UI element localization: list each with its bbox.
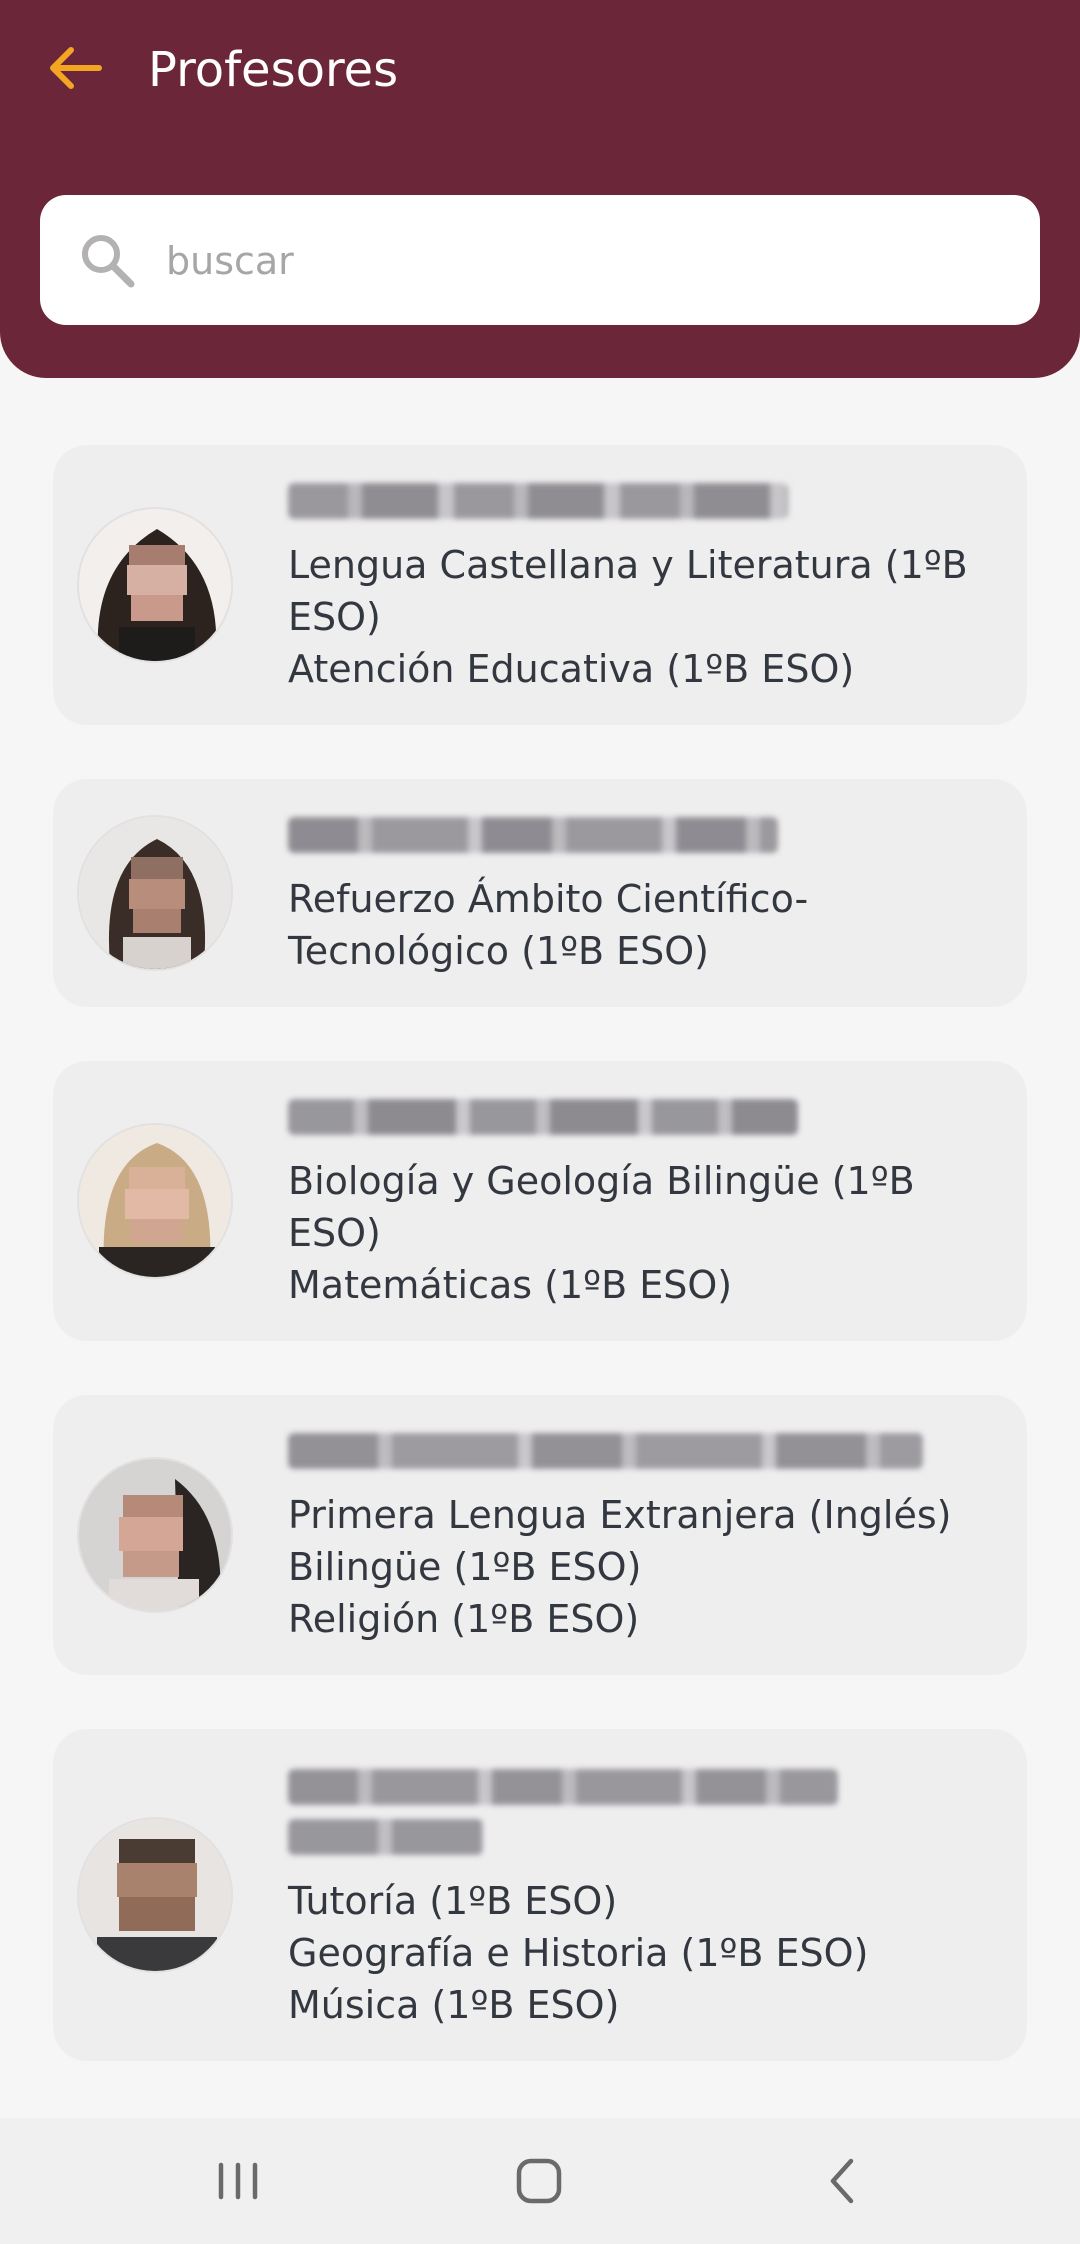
avatar bbox=[77, 1817, 233, 1973]
recent-apps-icon bbox=[218, 2162, 258, 2200]
teacher-subject: Biología y Geología Bilingüe (1ºB ESO) bbox=[288, 1159, 915, 1255]
teacher-subject: Geografía e Historia (1ºB ESO) bbox=[288, 1931, 869, 1975]
teacher-name-redacted bbox=[288, 1433, 923, 1469]
teacher-card[interactable]: Tutoría (1ºB ESO) Geografía e Historia (… bbox=[53, 1729, 1027, 2061]
recents-button[interactable] bbox=[193, 2146, 283, 2216]
teacher-card[interactable]: Primera Lengua Extranjera (Inglés) Bilin… bbox=[53, 1395, 1027, 1675]
teacher-name-redacted bbox=[288, 483, 788, 519]
teacher-subject: Música (1ºB ESO) bbox=[288, 1983, 620, 2027]
avatar bbox=[77, 507, 233, 663]
back-chevron-icon bbox=[830, 2158, 854, 2204]
teacher-card[interactable]: Refuerzo Ámbito Científico-Tecnológico (… bbox=[53, 779, 1027, 1007]
teacher-name-redacted bbox=[288, 1819, 483, 1855]
teacher-name-redacted bbox=[288, 817, 778, 853]
search-bar[interactable] bbox=[40, 195, 1040, 325]
search-icon bbox=[82, 235, 135, 288]
teacher-subject: Matemáticas (1ºB ESO) bbox=[288, 1263, 733, 1307]
home-icon bbox=[516, 2158, 562, 2204]
teacher-subject: Refuerzo Ámbito Científico-Tecnológico (… bbox=[288, 877, 809, 973]
teacher-subject: Lengua Castellana y Literatura (1ºB ESO) bbox=[288, 543, 968, 639]
teacher-subject: Primera Lengua Extranjera (Inglés) Bilin… bbox=[288, 1493, 952, 1589]
back-button[interactable] bbox=[40, 36, 110, 100]
search-input[interactable] bbox=[164, 221, 1008, 301]
system-back-button[interactable] bbox=[798, 2146, 888, 2216]
arrow-left-icon bbox=[50, 47, 102, 89]
teacher-subject: Tutoría (1ºB ESO) bbox=[288, 1879, 618, 1923]
home-button[interactable] bbox=[494, 2146, 584, 2216]
teacher-list: Lengua Castellana y Literatura (1ºB ESO)… bbox=[53, 445, 1027, 2115]
teacher-name-redacted bbox=[288, 1769, 838, 1805]
system-navigation-bar bbox=[0, 2118, 1080, 2244]
avatar bbox=[77, 1457, 233, 1613]
teacher-card[interactable]: Biología y Geología Bilingüe (1ºB ESO) M… bbox=[53, 1061, 1027, 1341]
app-header: Profesores bbox=[0, 0, 1080, 378]
avatar bbox=[77, 815, 233, 971]
teacher-subject: Atención Educativa (1ºB ESO) bbox=[288, 647, 855, 691]
teacher-card[interactable]: Lengua Castellana y Literatura (1ºB ESO)… bbox=[53, 445, 1027, 725]
teacher-name-redacted bbox=[288, 1099, 798, 1135]
page-title: Profesores bbox=[148, 42, 399, 98]
teacher-subject: Religión (1ºB ESO) bbox=[288, 1597, 640, 1641]
avatar bbox=[77, 1123, 233, 1279]
